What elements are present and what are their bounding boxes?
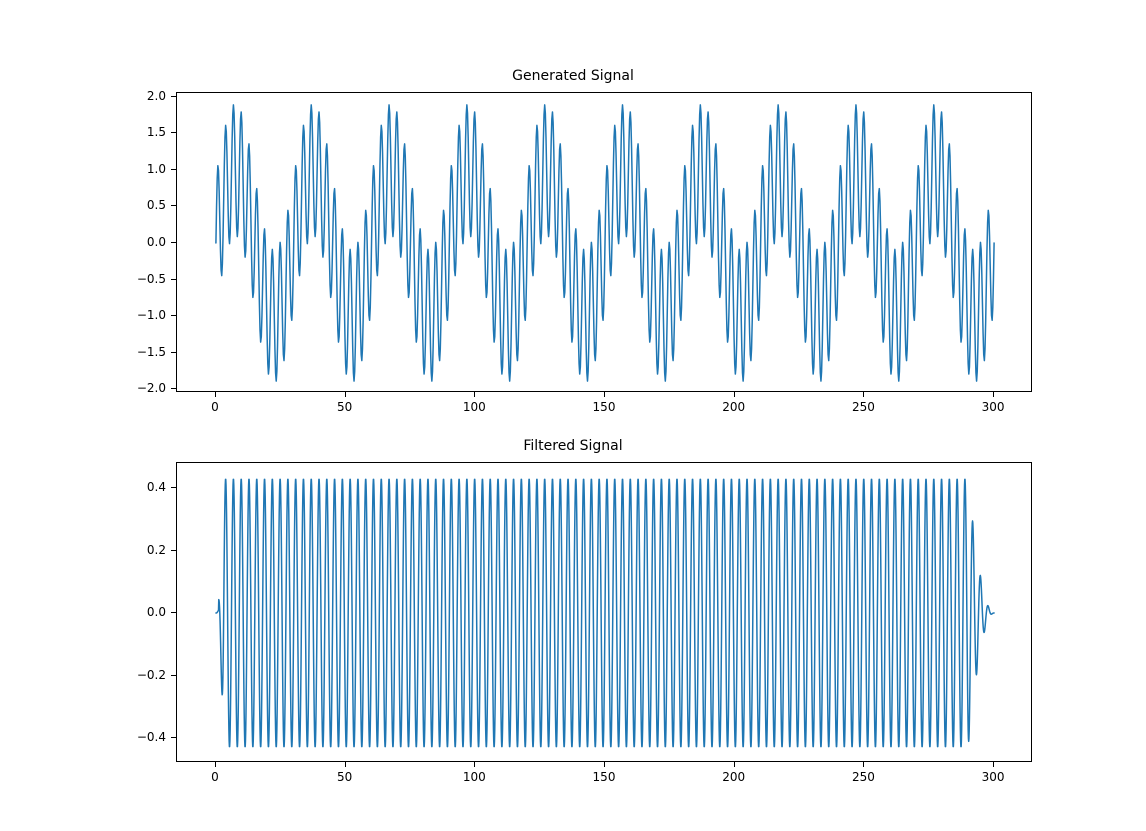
x-tick-mark	[863, 762, 864, 767]
y-tick-label: 0.5	[147, 198, 166, 212]
y-tick-mark	[171, 242, 176, 243]
y-tick-label: 1.0	[147, 162, 166, 176]
subplot-title-bottom: Filtered Signal	[0, 438, 1146, 454]
y-tick-label: 1.5	[147, 125, 166, 139]
x-tick-label: 250	[852, 770, 875, 784]
x-tick-mark	[993, 392, 994, 397]
y-tick-mark	[171, 675, 176, 676]
y-tick-mark	[171, 96, 176, 97]
y-tick-mark	[171, 279, 176, 280]
x-tick-mark	[993, 762, 994, 767]
figure: Generated Signal Filtered Signal 0 50 100 1…	[0, 0, 1146, 831]
x-tick-label: 150	[593, 400, 616, 414]
y-tick-label: −1.5	[137, 345, 166, 359]
y-tick-mark	[171, 737, 176, 738]
x-tick-mark	[474, 762, 475, 767]
x-tick-mark	[604, 392, 605, 397]
y-tick-mark	[171, 388, 176, 389]
x-tick-label: 0	[211, 770, 219, 784]
y-tick-mark	[171, 315, 176, 316]
x-tick-label: 250	[852, 400, 875, 414]
line-plot-generated-signal	[177, 93, 1032, 392]
y-tick-mark	[171, 550, 176, 551]
axes-generated-signal	[176, 92, 1032, 392]
y-tick-label: −0.2	[137, 668, 166, 682]
x-tick-label: 300	[982, 770, 1005, 784]
x-tick-mark	[734, 392, 735, 397]
y-tick-label: 2.0	[147, 89, 166, 103]
x-tick-mark	[215, 762, 216, 767]
line-plot-filtered-signal	[177, 463, 1032, 762]
y-tick-mark	[171, 352, 176, 353]
subplot-title-top: Generated Signal	[0, 68, 1146, 84]
x-tick-label: 50	[337, 770, 352, 784]
y-tick-label: −0.5	[137, 272, 166, 286]
x-tick-label: 200	[722, 770, 745, 784]
y-tick-label: 0.0	[147, 605, 166, 619]
axes-filtered-signal	[176, 462, 1032, 762]
y-tick-mark	[171, 487, 176, 488]
y-tick-label: 0.0	[147, 235, 166, 249]
y-tick-label: −1.0	[137, 308, 166, 322]
y-tick-label: −2.0	[137, 381, 166, 395]
x-tick-mark	[474, 392, 475, 397]
x-tick-mark	[345, 392, 346, 397]
x-tick-label: 300	[982, 400, 1005, 414]
x-tick-label: 200	[722, 400, 745, 414]
y-tick-mark	[171, 169, 176, 170]
y-tick-mark	[171, 132, 176, 133]
y-tick-mark	[171, 612, 176, 613]
x-tick-label: 50	[337, 400, 352, 414]
x-tick-mark	[863, 392, 864, 397]
x-tick-label: 100	[463, 770, 486, 784]
x-tick-mark	[604, 762, 605, 767]
x-tick-mark	[734, 762, 735, 767]
y-tick-mark	[171, 205, 176, 206]
x-tick-label: 100	[463, 400, 486, 414]
x-tick-mark	[345, 762, 346, 767]
x-tick-mark	[215, 392, 216, 397]
x-tick-label: 0	[211, 400, 219, 414]
y-tick-label: 0.2	[147, 543, 166, 557]
x-tick-label: 150	[593, 770, 616, 784]
y-tick-label: 0.4	[147, 480, 166, 494]
y-tick-label: −0.4	[137, 730, 166, 744]
